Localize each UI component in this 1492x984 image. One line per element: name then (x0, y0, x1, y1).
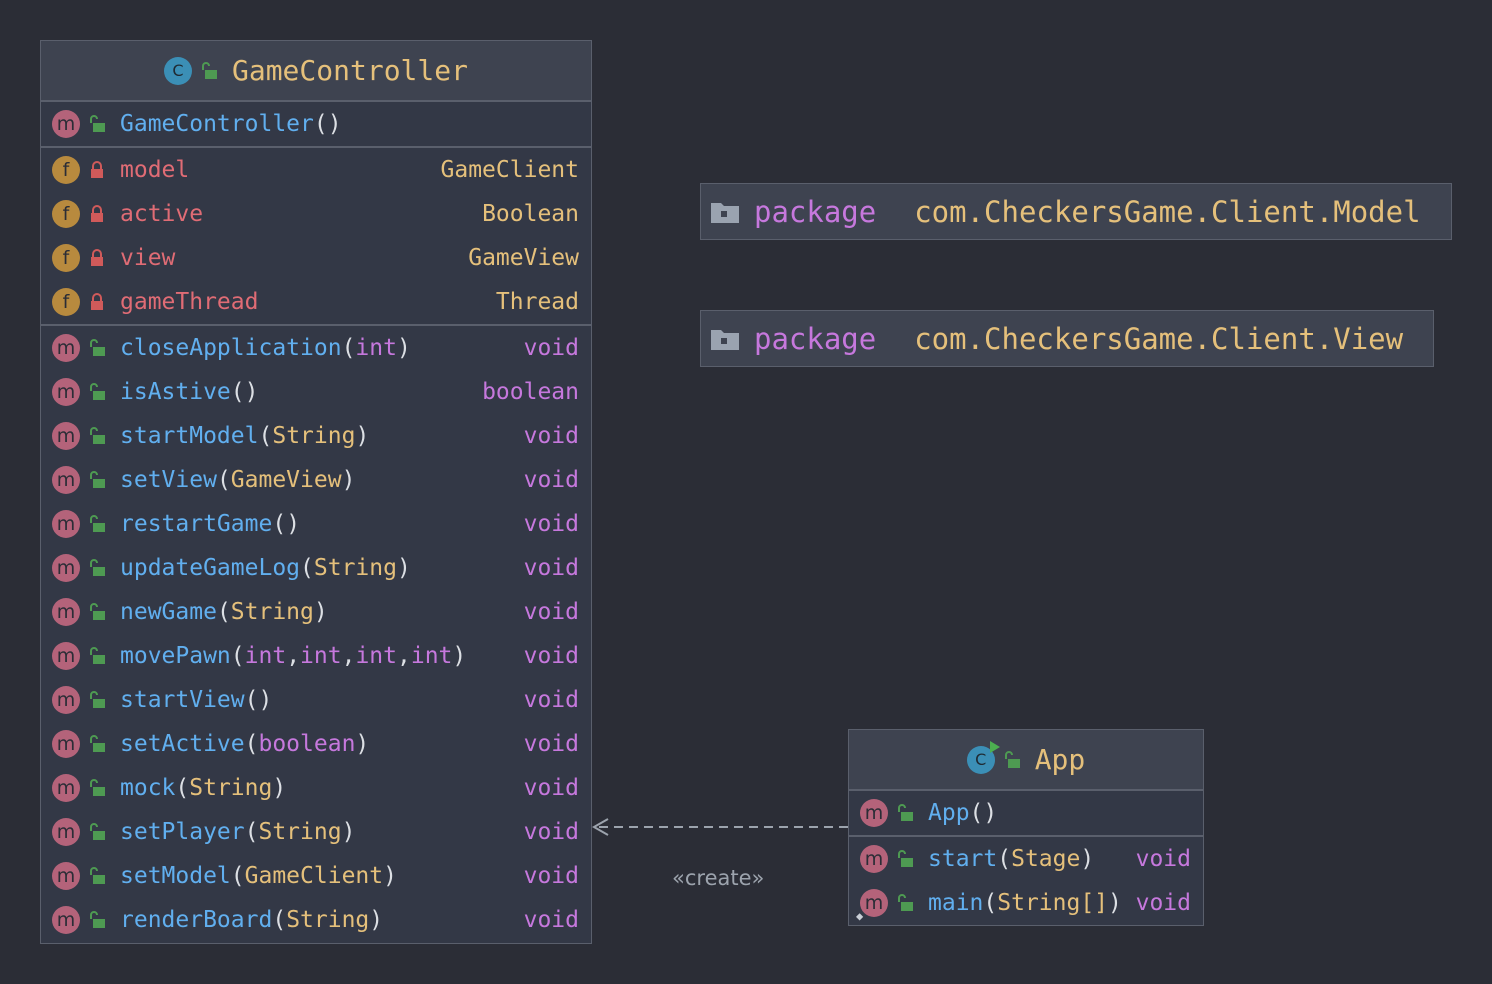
create-dependency-edge (591, 818, 848, 836)
edge-label: «create» (672, 866, 765, 890)
